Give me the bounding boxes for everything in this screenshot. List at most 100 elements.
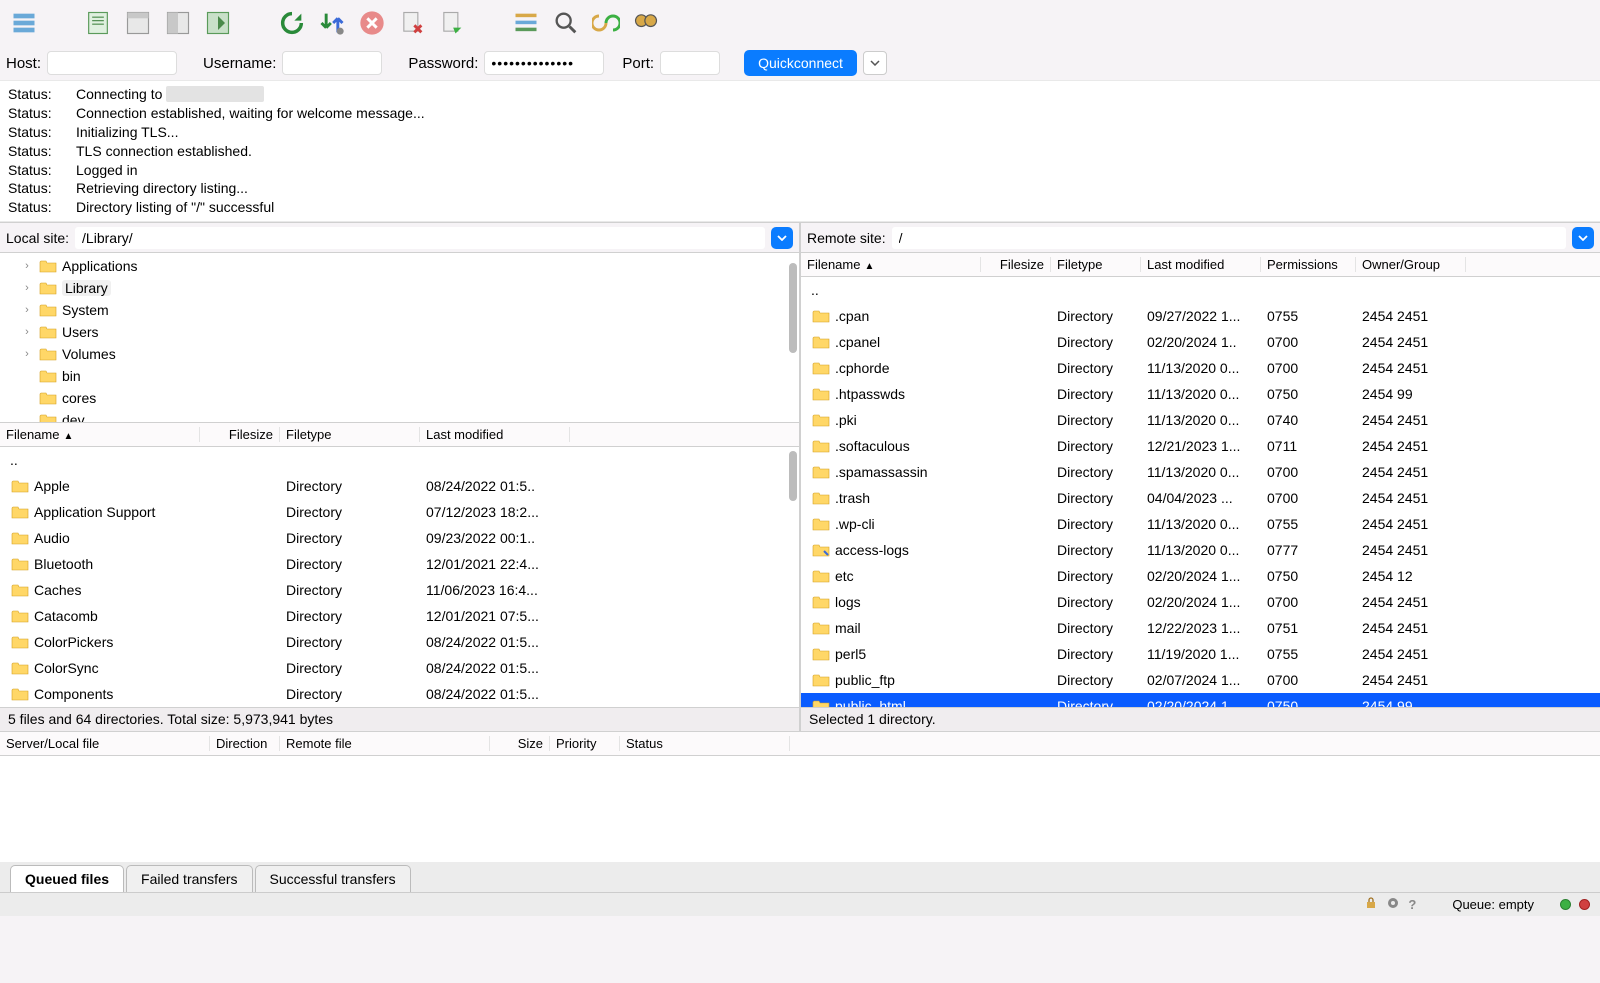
remote-col-perms[interactable]: Permissions: [1261, 257, 1356, 272]
list-item[interactable]: access-logs Directory 11/13/2020 0... 07…: [801, 537, 1600, 563]
list-item[interactable]: Apple Directory 08/24/2022 01:5..: [0, 473, 799, 499]
local-directory-tree[interactable]: › Applications › Library › System › User…: [0, 253, 799, 423]
list-item[interactable]: perl5 Directory 11/19/2020 1... 0755 245…: [801, 641, 1600, 667]
local-col-filetype[interactable]: Filetype: [280, 427, 420, 442]
list-item[interactable]: public_ftp Directory 02/07/2024 1... 070…: [801, 667, 1600, 693]
list-item[interactable]: logs Directory 02/20/2024 1... 0700 2454…: [801, 589, 1600, 615]
log-line: Status:Connecting to xxxxxxxxxxxxxx: [8, 85, 1592, 104]
transfer-body[interactable]: [0, 756, 1600, 862]
tab-successful-transfers[interactable]: Successful transfers: [255, 865, 411, 892]
remote-col-owner[interactable]: Owner/Group: [1356, 257, 1466, 272]
list-item[interactable]: .htpasswds Directory 11/13/2020 0... 075…: [801, 381, 1600, 407]
transfer-col-size[interactable]: Size: [490, 736, 550, 751]
local-file-list[interactable]: .. Apple Directory 08/24/2022 01:5.. App…: [0, 447, 799, 707]
list-item[interactable]: Application Support Directory 07/12/2023…: [0, 499, 799, 525]
local-col-filename[interactable]: Filename▲: [0, 427, 200, 442]
list-item[interactable]: .pki Directory 11/13/2020 0... 0740 2454…: [801, 407, 1600, 433]
reconnect-icon[interactable]: [434, 5, 470, 41]
remote-col-filetype[interactable]: Filetype: [1051, 257, 1141, 272]
list-item[interactable]: Caches Directory 11/06/2023 16:4...: [0, 577, 799, 603]
host-input[interactable]: [47, 51, 177, 75]
toggle-queue-icon[interactable]: [200, 5, 236, 41]
quickconnect-bar: Host: Username: Password: Port: Quickcon…: [0, 46, 1600, 80]
local-pane: Local site: › Applications › Library › S…: [0, 223, 799, 731]
lock-icon[interactable]: [1364, 896, 1378, 913]
list-item[interactable]: .trash Directory 04/04/2023 ... 0700 245…: [801, 485, 1600, 511]
help-icon[interactable]: ?: [1408, 897, 1416, 912]
list-item[interactable]: mail Directory 12/22/2023 1... 0751 2454…: [801, 615, 1600, 641]
log-line: Status:Directory listing of "/" successf…: [8, 198, 1592, 217]
remote-col-filename[interactable]: Filename▲: [801, 257, 981, 272]
remote-site-history-dropdown[interactable]: [1572, 227, 1594, 249]
password-input[interactable]: [484, 51, 604, 75]
site-manager-icon[interactable]: [6, 5, 42, 41]
compare-icon[interactable]: [588, 5, 624, 41]
tab-queued-files[interactable]: Queued files: [10, 865, 124, 892]
remote-file-list[interactable]: .. .cpan Directory 09/27/2022 1... 0755 …: [801, 277, 1600, 707]
local-site-path[interactable]: [75, 227, 765, 249]
list-item[interactable]: ..: [0, 447, 799, 473]
remote-col-lastmod[interactable]: Last modified: [1141, 257, 1261, 272]
list-item[interactable]: etc Directory 02/20/2024 1... 0750 2454 …: [801, 563, 1600, 589]
process-queue-icon[interactable]: [314, 5, 350, 41]
list-item[interactable]: .cpan Directory 09/27/2022 1... 0755 245…: [801, 303, 1600, 329]
toggle-log-icon[interactable]: [80, 5, 116, 41]
toggle-remote-tree-icon[interactable]: [160, 5, 196, 41]
gear-icon[interactable]: [1386, 896, 1400, 913]
tree-item[interactable]: › Library: [0, 277, 799, 299]
list-item[interactable]: .softaculous Directory 12/21/2023 1... 0…: [801, 433, 1600, 459]
tree-item[interactable]: › Volumes: [0, 343, 799, 365]
remote-list-header: Filename▲ Filesize Filetype Last modifie…: [801, 253, 1600, 277]
local-site-label: Local site:: [6, 230, 69, 246]
list-item[interactable]: ..: [801, 277, 1600, 303]
disconnect-icon[interactable]: [394, 5, 430, 41]
filter-icon[interactable]: [508, 5, 544, 41]
list-item[interactable]: .spamassassin Directory 11/13/2020 0... …: [801, 459, 1600, 485]
tree-item[interactable]: › Applications: [0, 255, 799, 277]
transfer-col-server[interactable]: Server/Local file: [0, 736, 210, 751]
tree-item[interactable]: › Users: [0, 321, 799, 343]
list-item[interactable]: Bluetooth Directory 12/01/2021 22:4...: [0, 551, 799, 577]
local-status: 5 files and 64 directories. Total size: …: [0, 707, 799, 731]
remote-pane: Remote site: Filename▲ Filesize Filetype…: [799, 223, 1600, 731]
queue-tabs: Queued files Failed transfers Successful…: [0, 862, 1600, 892]
refresh-icon[interactable]: [274, 5, 310, 41]
find-icon[interactable]: [628, 5, 664, 41]
tree-item[interactable]: dev: [0, 409, 799, 423]
local-col-lastmod[interactable]: Last modified: [420, 427, 570, 442]
remote-site-label: Remote site:: [807, 230, 886, 246]
cancel-icon[interactable]: [354, 5, 390, 41]
port-label: Port:: [622, 55, 654, 72]
list-item[interactable]: ColorPickers Directory 08/24/2022 01:5..…: [0, 629, 799, 655]
transfer-col-remote[interactable]: Remote file: [280, 736, 490, 751]
list-item[interactable]: .cphorde Directory 11/13/2020 0... 0700 …: [801, 355, 1600, 381]
search-icon[interactable]: [548, 5, 584, 41]
local-list-header: Filename▲ Filesize Filetype Last modifie…: [0, 423, 799, 447]
tree-item[interactable]: bin: [0, 365, 799, 387]
quickconnect-button[interactable]: Quickconnect: [744, 50, 857, 76]
activity-indicator-download: [1560, 899, 1571, 910]
tab-failed-transfers[interactable]: Failed transfers: [126, 865, 252, 892]
list-item[interactable]: .cpanel Directory 02/20/2024 1.. 0700 24…: [801, 329, 1600, 355]
remote-site-path[interactable]: [892, 227, 1566, 249]
list-item[interactable]: .wp-cli Directory 11/13/2020 0... 0755 2…: [801, 511, 1600, 537]
list-item[interactable]: Audio Directory 09/23/2022 00:1..: [0, 525, 799, 551]
transfer-col-direction[interactable]: Direction: [210, 736, 280, 751]
log-line: Status:TLS connection established.: [8, 142, 1592, 161]
toggle-local-tree-icon[interactable]: [120, 5, 156, 41]
tree-item[interactable]: › System: [0, 299, 799, 321]
remote-col-filesize[interactable]: Filesize: [981, 257, 1051, 272]
local-site-history-dropdown[interactable]: [771, 227, 793, 249]
list-item[interactable]: public_html Directory 02/20/2024 1.. 075…: [801, 693, 1600, 707]
transfer-col-priority[interactable]: Priority: [550, 736, 620, 751]
list-item[interactable]: Components Directory 08/24/2022 01:5...: [0, 681, 799, 707]
list-item[interactable]: Catacomb Directory 12/01/2021 07:5...: [0, 603, 799, 629]
tree-item[interactable]: cores: [0, 387, 799, 409]
local-col-filesize[interactable]: Filesize: [200, 427, 280, 442]
username-input[interactable]: [282, 51, 382, 75]
host-label: Host:: [6, 55, 41, 72]
quickconnect-history-dropdown[interactable]: [863, 51, 887, 75]
transfer-col-status[interactable]: Status: [620, 736, 790, 751]
list-item[interactable]: ColorSync Directory 08/24/2022 01:5...: [0, 655, 799, 681]
port-input[interactable]: [660, 51, 720, 75]
